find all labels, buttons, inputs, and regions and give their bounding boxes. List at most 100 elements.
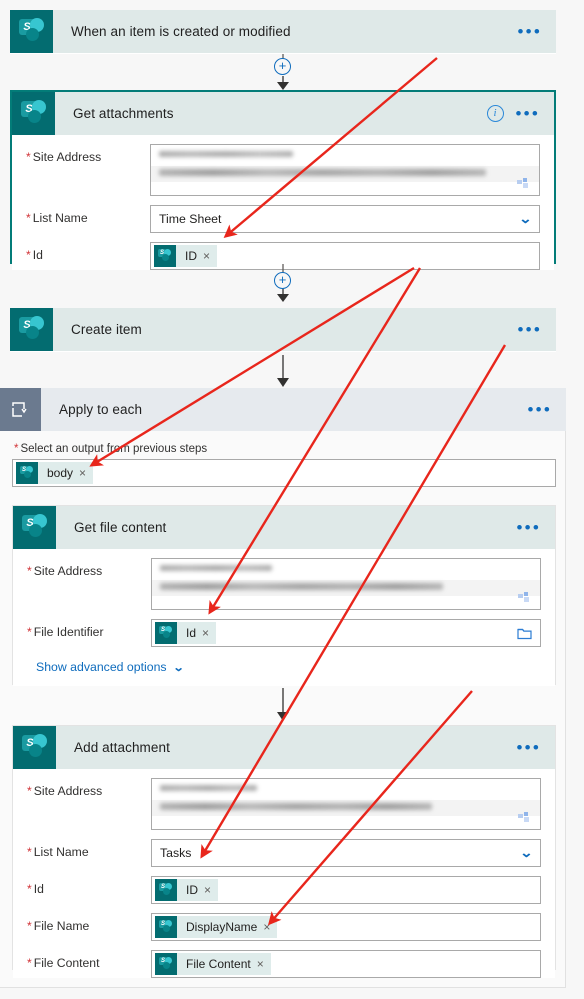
remove-token-icon[interactable]: × — [263, 920, 277, 934]
redacted-site-value — [152, 779, 540, 829]
field-label: * File Name — [27, 919, 90, 933]
chevron-down-icon[interactable]: ⌄ — [519, 211, 533, 227]
list-name-dropdown[interactable]: Time Sheet ⌄ — [150, 205, 540, 233]
site-address-input[interactable] — [151, 778, 541, 830]
id-input[interactable]: S ID × — [151, 876, 541, 904]
site-address-input[interactable] — [151, 558, 541, 610]
token-label: ID — [185, 249, 197, 263]
token-label: body — [47, 466, 74, 480]
step-header[interactable]: S When an item is created or modified ••… — [10, 10, 556, 53]
select-output-group: * Select an output from previous steps S … — [12, 443, 556, 487]
sharepoint-small-icon — [518, 592, 529, 602]
sharepoint-icon: S — [13, 506, 56, 549]
sharepoint-icon: S — [16, 462, 38, 484]
sharepoint-icon: S — [10, 308, 53, 351]
sharepoint-icon: S — [10, 10, 53, 53]
sharepoint-small-icon — [518, 812, 529, 822]
insert-step-button[interactable]: + — [274, 58, 291, 75]
sharepoint-icon: S — [155, 879, 177, 901]
connector-getfilecontent-to-addattachment — [277, 688, 289, 721]
flow-step-get-file-content[interactable]: S Get file content ••• * Site Address * … — [12, 505, 556, 686]
step-menu-button[interactable]: ••• — [517, 519, 541, 536]
sharepoint-icon: S — [154, 245, 176, 267]
field-file-content: * File Content S File Content × — [27, 941, 541, 978]
id-input[interactable]: S ID × — [150, 242, 540, 270]
step-body: * Site Address — [13, 549, 555, 686]
step-header[interactable]: S Create item ••• — [10, 308, 556, 351]
field-list-name: * List Name Time Sheet ⌄ — [26, 196, 540, 233]
step-header[interactable]: S Add attachment ••• — [13, 726, 555, 769]
dynamic-content-token[interactable]: S body × — [16, 462, 94, 484]
required-asterisk: * — [27, 564, 32, 578]
required-asterisk: * — [27, 845, 32, 859]
select-output-input[interactable]: S body × — [12, 459, 556, 487]
step-title: Get attachments — [73, 106, 174, 121]
step-menu-button[interactable]: ••• — [516, 105, 540, 122]
field-label: * Site Address — [26, 150, 102, 164]
loop-icon — [0, 388, 41, 431]
info-icon[interactable]: i — [486, 105, 504, 122]
step-body: * Site Address — [12, 135, 554, 270]
field-label: * File Content — [27, 956, 100, 970]
file-identifier-input[interactable]: S Id × — [151, 619, 541, 647]
required-asterisk: * — [27, 625, 32, 639]
redacted-site-value — [152, 559, 540, 609]
token-label: Id — [186, 626, 197, 640]
remove-token-icon[interactable]: × — [203, 249, 217, 263]
flow-designer-canvas: S When an item is created or modified ••… — [0, 0, 584, 999]
advanced-link-label: Show advanced options — [36, 660, 167, 674]
field-file-identifier: * File Identifier S Id × — [27, 610, 541, 647]
field-label: * Site Address — [27, 784, 103, 798]
remove-token-icon[interactable]: × — [79, 466, 93, 480]
required-asterisk: * — [27, 956, 32, 970]
flow-step-trigger[interactable]: S When an item is created or modified ••… — [10, 10, 556, 54]
step-header[interactable]: S Get attachments i ••• — [12, 92, 554, 135]
required-asterisk: * — [27, 882, 32, 896]
insert-step-button[interactable]: + — [274, 272, 291, 289]
field-id: * Id S ID × — [27, 867, 541, 904]
file-name-input[interactable]: S DisplayName × — [151, 913, 541, 941]
step-menu-button[interactable]: ••• — [518, 321, 542, 338]
required-asterisk: * — [26, 150, 31, 164]
chevron-down-icon[interactable]: ⌄ — [520, 845, 534, 861]
required-asterisk: * — [27, 919, 32, 933]
field-site-address: * Site Address — [26, 135, 540, 196]
step-menu-button[interactable]: ••• — [528, 401, 552, 418]
step-header[interactable]: S Get file content ••• — [13, 506, 555, 549]
remove-token-icon[interactable]: × — [204, 883, 218, 897]
flow-step-add-attachment[interactable]: S Add attachment ••• * Site Address * Li… — [12, 725, 556, 978]
field-label: * Id — [26, 248, 43, 262]
sharepoint-small-icon — [517, 178, 528, 188]
chevron-down-icon[interactable]: ⌄ — [172, 661, 184, 674]
sharepoint-icon: S — [13, 726, 56, 769]
show-advanced-options-link[interactable]: Show advanced options ⌄ — [27, 647, 541, 686]
dynamic-content-token[interactable]: S ID × — [154, 245, 218, 267]
site-address-input[interactable] — [150, 144, 540, 196]
required-asterisk: * — [26, 248, 31, 262]
step-header[interactable]: Apply to each ••• — [0, 388, 566, 431]
flow-step-create-item[interactable]: S Create item ••• — [10, 308, 556, 352]
step-title: Create item — [71, 322, 142, 337]
folder-icon[interactable] — [517, 627, 532, 640]
field-site-address: * Site Address — [27, 549, 541, 610]
sharepoint-icon: S — [12, 92, 55, 135]
remove-token-icon[interactable]: × — [257, 957, 271, 971]
step-title: Add attachment — [74, 740, 170, 755]
flow-step-apply-to-each[interactable]: Apply to each ••• — [0, 388, 566, 432]
remove-token-icon[interactable]: × — [202, 626, 216, 640]
step-menu-button[interactable]: ••• — [518, 23, 542, 40]
dynamic-content-token[interactable]: S Id × — [155, 622, 217, 644]
token-label: File Content — [186, 957, 251, 971]
flow-step-get-attachments[interactable]: S Get attachments i ••• * Site Address *… — [10, 90, 556, 270]
step-menu-button[interactable]: ••• — [517, 739, 541, 756]
sharepoint-icon: S — [155, 622, 177, 644]
dynamic-content-token[interactable]: S ID × — [155, 879, 219, 901]
step-title: When an item is created or modified — [71, 24, 291, 39]
required-asterisk: * — [14, 443, 19, 455]
file-content-input[interactable]: S File Content × — [151, 950, 541, 978]
dynamic-content-token[interactable]: S DisplayName × — [155, 916, 278, 938]
select-output-label: * Select an output from previous steps — [14, 443, 208, 455]
dynamic-content-token[interactable]: S File Content × — [155, 953, 271, 975]
list-name-dropdown[interactable]: Tasks ⌄ — [151, 839, 541, 867]
step-title: Get file content — [74, 520, 167, 535]
